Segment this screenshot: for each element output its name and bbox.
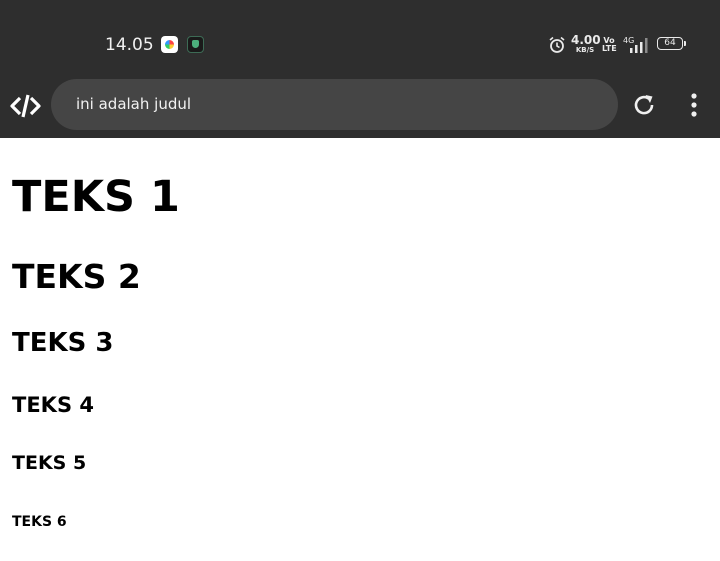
network-speed: 4.00 KB/S: [571, 33, 601, 55]
battery-icon: 64: [657, 37, 686, 50]
browser-toolbar: ini adalah judul: [0, 75, 720, 138]
url-text[interactable]: ini adalah judul: [76, 94, 191, 114]
volte-icon: Vo LTE: [602, 37, 617, 53]
network-speed-unit: KB/S: [575, 46, 595, 54]
url-bar[interactable]: ini adalah judul: [51, 79, 618, 130]
heading-3: TEKS 3: [12, 328, 114, 358]
battery-level: 64: [664, 38, 676, 48]
status-time: 14.05: [105, 35, 154, 55]
status-bar: 14.05 4.00 KB/S Vo LTE 4G 64: [0, 0, 720, 75]
signal-4g-icon: 4G: [623, 36, 648, 53]
heading-2: TEKS 2: [12, 257, 141, 296]
network-speed-value: 4.00: [571, 33, 601, 47]
network-type-label: 4G: [623, 36, 634, 45]
page-content: TEKS 1 TEKS 2 TEKS 3 TEKS 4 TEKS 5 TEKS …: [12, 138, 720, 561]
code-logo-icon[interactable]: [10, 92, 41, 120]
heading-5: TEKS 5: [12, 452, 87, 474]
photos-icon: [161, 36, 178, 53]
heading-6: TEKS 6: [12, 514, 67, 530]
heading-4: TEKS 4: [12, 393, 94, 417]
shield-icon: [187, 36, 204, 53]
alarm-icon: [549, 36, 565, 53]
more-vert-icon[interactable]: [686, 91, 702, 119]
volte-bottom-label: LTE: [602, 44, 617, 53]
reload-icon[interactable]: [631, 92, 657, 118]
heading-1: TEKS 1: [12, 172, 180, 222]
